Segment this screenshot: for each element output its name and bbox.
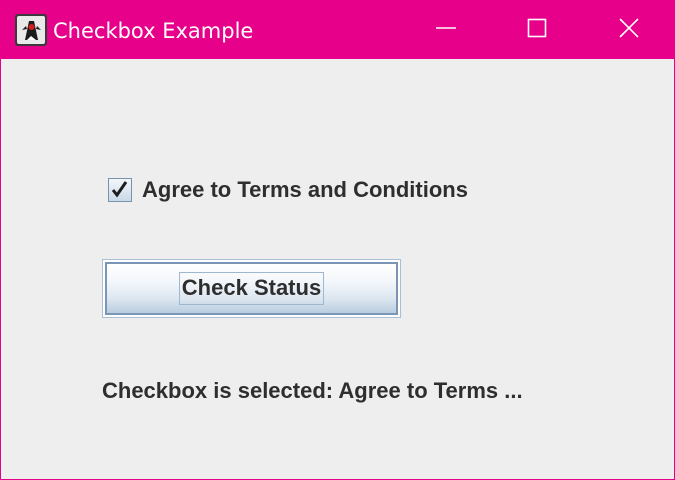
minimize-button[interactable] (400, 1, 492, 59)
close-button[interactable] (583, 1, 675, 59)
checkbox-label[interactable]: Agree to Terms and Conditions (142, 177, 468, 203)
maximize-button[interactable] (491, 1, 583, 59)
close-icon (618, 17, 640, 43)
window-title: Checkbox Example (53, 19, 254, 43)
minimize-icon (435, 17, 457, 43)
java-duke-icon (15, 14, 47, 46)
check-status-button-face[interactable]: Check Status (105, 262, 398, 315)
check-status-button[interactable]: Check Status (102, 259, 401, 318)
terms-checkbox[interactable]: Agree to Terms and Conditions (108, 175, 468, 205)
app-window: Checkbox Example Agree to Terms and Cond… (0, 0, 675, 480)
maximize-icon (527, 18, 547, 42)
status-label: Checkbox is selected: Agree to Terms ... (102, 378, 523, 403)
title-bar[interactable]: Checkbox Example (1, 1, 674, 59)
check-status-button-label: Check Status (178, 272, 325, 305)
checkbox-box[interactable] (108, 178, 132, 202)
checkmark-icon (111, 181, 128, 198)
